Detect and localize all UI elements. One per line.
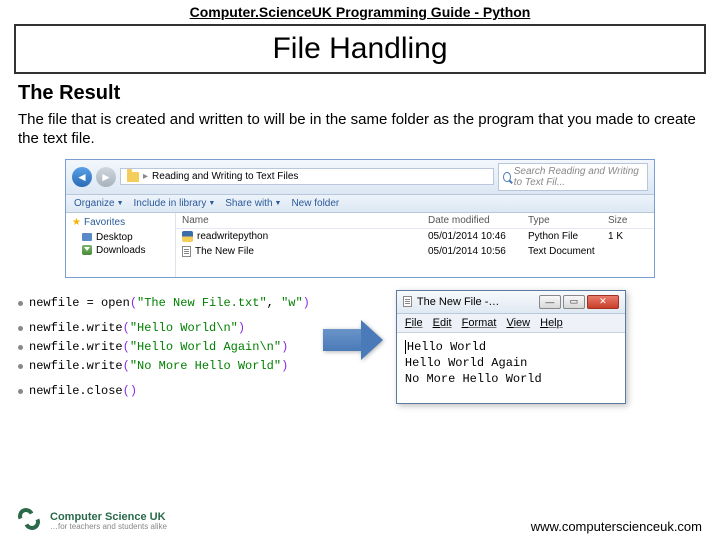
explorer-search[interactable]: Search Reading and Writing to Text Fil..… xyxy=(498,163,648,191)
sidebar-downloads[interactable]: Downloads xyxy=(72,244,169,257)
back-button[interactable]: ◄ xyxy=(72,167,92,187)
minimize-button[interactable]: — xyxy=(539,295,561,309)
file-row[interactable]: The New File 05/01/2014 10:56 Text Docum… xyxy=(176,244,654,259)
explorer-addressbar: ◄ ► ▸ Reading and Writing to Text Files … xyxy=(66,160,654,195)
share-menu[interactable]: Share with ▼ xyxy=(225,198,281,209)
logo-name: Computer Science UK xyxy=(50,511,167,523)
file-row[interactable]: readwritepython 05/01/2014 10:46 Python … xyxy=(176,229,654,244)
bullet-icon xyxy=(18,389,23,394)
breadcrumb-text: Reading and Writing to Text Files xyxy=(152,171,298,182)
col-date[interactable]: Date modified xyxy=(428,215,528,226)
menu-help[interactable]: Help xyxy=(540,317,563,329)
file-explorer-window: ◄ ► ▸ Reading and Writing to Text Files … xyxy=(65,159,655,278)
file-list: Name Date modified Type Size readwritepy… xyxy=(176,213,654,277)
bullet-icon xyxy=(18,326,23,331)
folder-icon xyxy=(127,172,139,182)
text-file-icon xyxy=(403,296,412,307)
explorer-toolbar: Organize ▼ Include in library ▼ Share wi… xyxy=(66,195,654,213)
maximize-button[interactable]: ▭ xyxy=(563,295,585,309)
newfolder-button[interactable]: New folder xyxy=(291,198,339,209)
star-icon: ★ xyxy=(72,217,81,228)
sidebar-desktop[interactable]: Desktop xyxy=(72,231,169,244)
close-button[interactable]: ✕ xyxy=(587,295,619,309)
bullet-icon xyxy=(18,345,23,350)
logo-icon xyxy=(18,508,44,534)
col-name[interactable]: Name xyxy=(182,215,428,226)
search-placeholder: Search Reading and Writing to Text Fil..… xyxy=(514,166,643,188)
download-icon xyxy=(82,245,92,255)
code-block: newfile = open("The New File.txt", "w") … xyxy=(18,290,310,406)
logo-tagline: …for teachers and students alike xyxy=(50,523,167,532)
column-headers[interactable]: Name Date modified Type Size xyxy=(176,213,654,229)
page-title: File Handling xyxy=(14,24,706,74)
body-paragraph: The file that is created and written to … xyxy=(18,111,702,149)
notepad-window: The New File -… — ▭ ✕ File Edit Format V… xyxy=(396,290,626,404)
col-type[interactable]: Type xyxy=(528,215,608,226)
explorer-sidebar: ★Favorites Desktop Downloads xyxy=(66,213,176,277)
text-file-icon xyxy=(182,246,191,257)
notepad-titlebar: The New File -… — ▭ ✕ xyxy=(397,291,625,314)
search-icon xyxy=(503,172,511,182)
notepad-menubar: File Edit Format View Help xyxy=(397,314,625,333)
menu-format[interactable]: Format xyxy=(462,317,497,329)
forward-button[interactable]: ► xyxy=(96,167,116,187)
arrow-graphic xyxy=(318,290,388,360)
organize-menu[interactable]: Organize ▼ xyxy=(74,198,124,209)
notepad-content[interactable]: Hello World Hello World Again No More He… xyxy=(397,333,625,403)
logo: Computer Science UK …for teachers and st… xyxy=(18,508,167,534)
menu-file[interactable]: File xyxy=(405,317,423,329)
bullet-icon xyxy=(18,364,23,369)
python-file-icon xyxy=(182,231,193,242)
notepad-title: The New File -… xyxy=(417,296,534,308)
menu-edit[interactable]: Edit xyxy=(433,317,452,329)
section-heading: The Result xyxy=(18,82,702,105)
include-menu[interactable]: Include in library ▼ xyxy=(134,198,216,209)
col-size[interactable]: Size xyxy=(608,215,648,226)
footer: Computer Science UK …for teachers and st… xyxy=(0,508,720,534)
bullet-icon xyxy=(18,301,23,306)
footer-url: www.computerscienceuk.com xyxy=(531,519,702,534)
desktop-icon xyxy=(82,233,92,241)
favorites-heading[interactable]: ★Favorites xyxy=(72,217,169,228)
header-label: Computer.ScienceUK Programming Guide - P… xyxy=(0,0,720,22)
breadcrumb[interactable]: ▸ Reading and Writing to Text Files xyxy=(120,168,494,185)
menu-view[interactable]: View xyxy=(506,317,530,329)
